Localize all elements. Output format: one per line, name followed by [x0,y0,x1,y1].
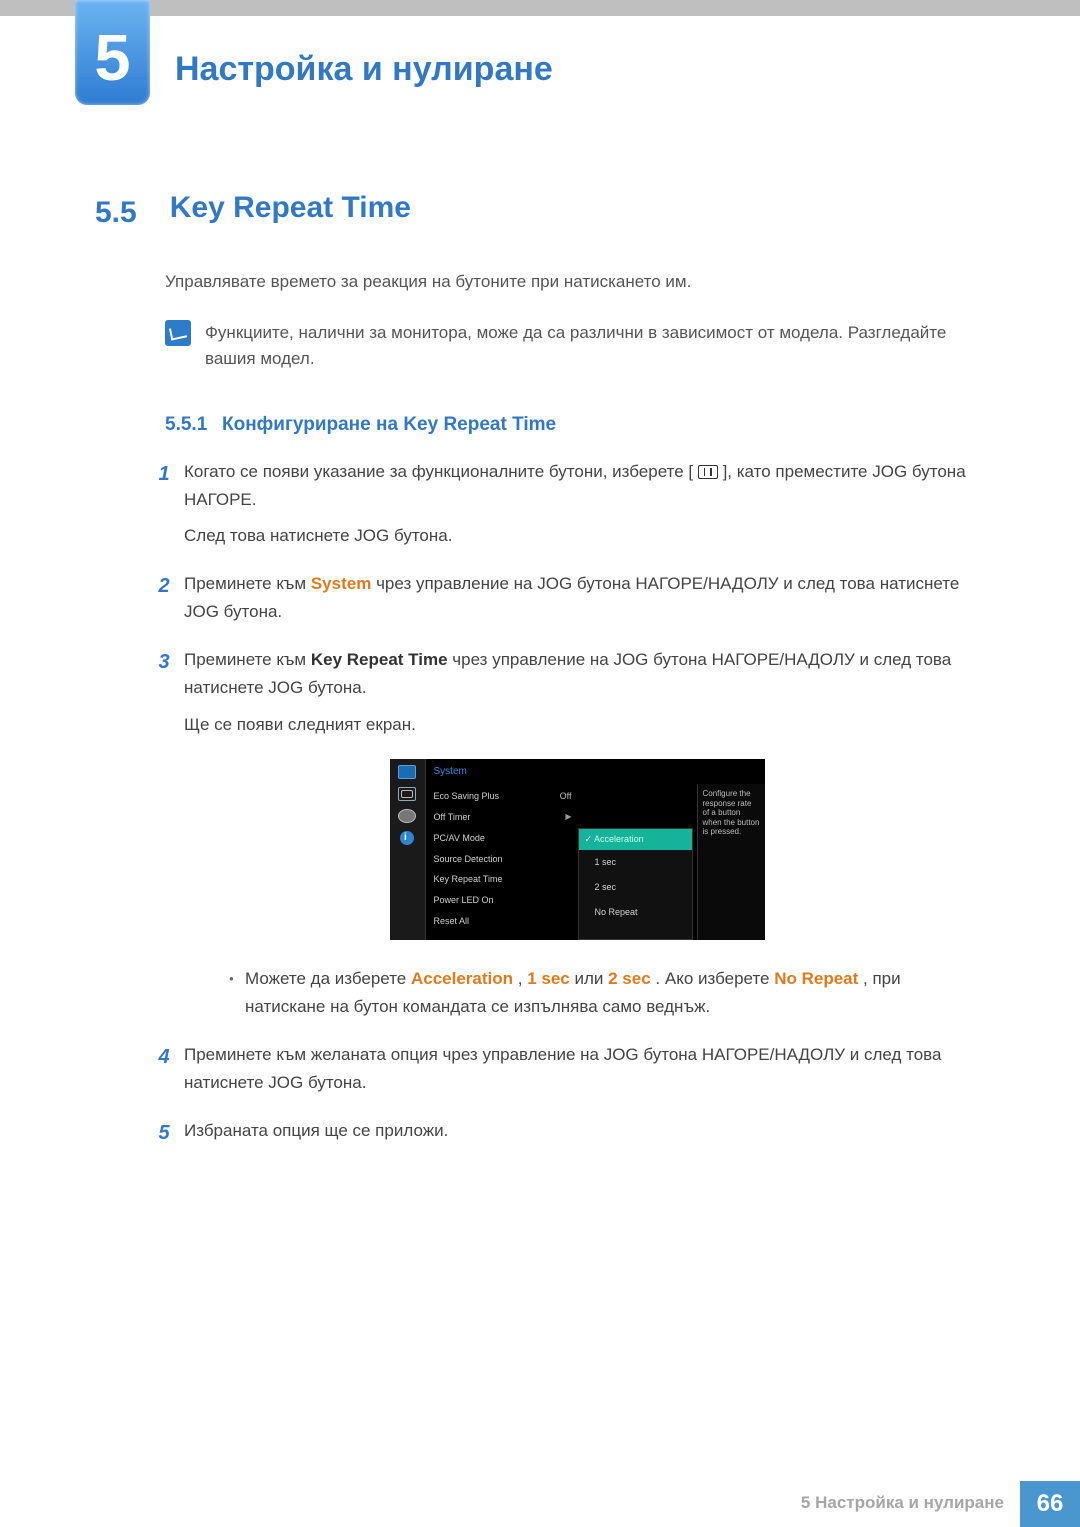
osd-menu: Eco Saving Plus Off Off Timer ▶ PC/AV Mode… [426,784,578,940]
osd-item-eco: Eco Saving Plus [434,789,500,804]
step-number: 2 [150,570,178,626]
osd-help-text: Configure the response rate of a button … [697,784,765,940]
osd-info-icon [400,831,414,845]
osd-picture-icon [398,765,416,779]
step-4: 4 Преминете към желаната опция чрез упра… [150,1041,970,1097]
subsection-heading: 5.5.1 Конфигуриране на Key Repeat Time [165,414,970,436]
osd-item-reset: Reset All [434,914,470,929]
chapter-badge: 5 [75,0,150,105]
subsection-title: Конфигуриране на Key Repeat Time [222,414,556,435]
step4-text: Преминете към желаната опция чрез управл… [184,1041,970,1097]
osd-option-1sec: 1 sec [579,850,692,875]
step5-text: Избраната опция ще се приложи. [184,1117,970,1150]
osd-item-offtimer: Off Timer [434,810,471,825]
step-number: 3 [150,646,178,1021]
bullet-after: . Ако изберете [655,969,774,988]
osd-settings-icon [398,809,416,823]
step3-pre: Преминете към [184,650,311,669]
step-1: 1 Когато се появи указание за функционал… [150,458,970,550]
section-title: Key Repeat Time [170,191,411,224]
menu-icon [698,465,718,479]
hl-acceleration: Acceleration [411,969,513,988]
top-bar [0,0,1080,16]
osd-item-pled: Power LED On [434,893,494,908]
section-number: 5.5 [95,196,165,230]
intro-text: Управлявате времето за реакция на бутони… [165,272,970,292]
subsection-number: 5.5.1 [165,414,207,435]
note-text: Функциите, налични за монитора, може да … [205,320,970,373]
step2-highlight-system: System [311,574,371,593]
hl-2sec: 2 sec [608,969,651,988]
step-number: 5 [150,1117,178,1150]
osd-heading: System [426,759,765,785]
step1-text-a: Когато се появи указание за функционални… [184,462,693,481]
osd-option-2sec: 2 sec [579,875,692,900]
step-3: 3 Преминете към Key Repeat Time чрез упр… [150,646,970,1021]
step3-highlight-krt: Key Repeat Time [311,650,448,669]
step-2: 2 Преминете към System чрез управление н… [150,570,970,626]
bullet-comma1: , [518,969,527,988]
hl-1sec: 1 sec [527,969,570,988]
osd-option-norepeat: No Repeat [579,900,692,925]
content-area: 5.5 Key Repeat Time Управлявате времето … [0,126,1080,1210]
bullet-note: ● Можете да изберете Acceleration , 1 se… [229,965,970,1021]
osd-popup: Acceleration 1 sec 2 sec No Repeat [578,828,693,940]
osd-sidebar [390,759,426,940]
osd-item-eco-value: Off [560,789,572,804]
osd-item-pcav: PC/AV Mode [434,831,485,846]
hl-norepeat: No Repeat [774,969,858,988]
step3-screen-note: Ще се появи следният екран. [184,715,416,734]
bullet-pre: Можете да изберете [245,969,411,988]
step1-text-c: След това натиснете JOG бутона. [184,526,452,545]
step-5: 5 Избраната опция ще се приложи. [150,1117,970,1150]
section-heading: 5.5 Key Repeat Time [95,191,970,230]
footer-chapter-label: 5 Настройка и нулиране [801,1481,1020,1527]
osd-item-krt: Key Repeat Time [434,872,503,887]
osd-item-srcdet: Source Detection [434,852,503,867]
step-number: 4 [150,1041,178,1097]
footer-page-number: 66 [1020,1481,1080,1527]
osd-screen-icon [398,787,416,801]
page-footer: 5 Настройка и нулиране 66 [0,1481,1080,1527]
osd-option-selected: Acceleration [579,829,692,850]
chapter-title: Настройка и нулиране [175,50,553,89]
step2-pre: Преминете към [184,574,311,593]
bullet-or: или [574,969,608,988]
note-icon [165,320,191,346]
step-number: 1 [150,458,178,550]
osd-screenshot: System Eco Saving Plus Off Off Timer ▶ PC/… [390,759,765,940]
bullet-icon: ● [229,965,245,1021]
chevron-right-icon: ▶ [565,810,571,825]
note-block: Функциите, налични за монитора, може да … [165,320,970,373]
page-header: 5 Настройка и нулиране [0,16,1080,126]
steps-list: 1 Когато се появи указание за функционал… [150,458,970,1150]
